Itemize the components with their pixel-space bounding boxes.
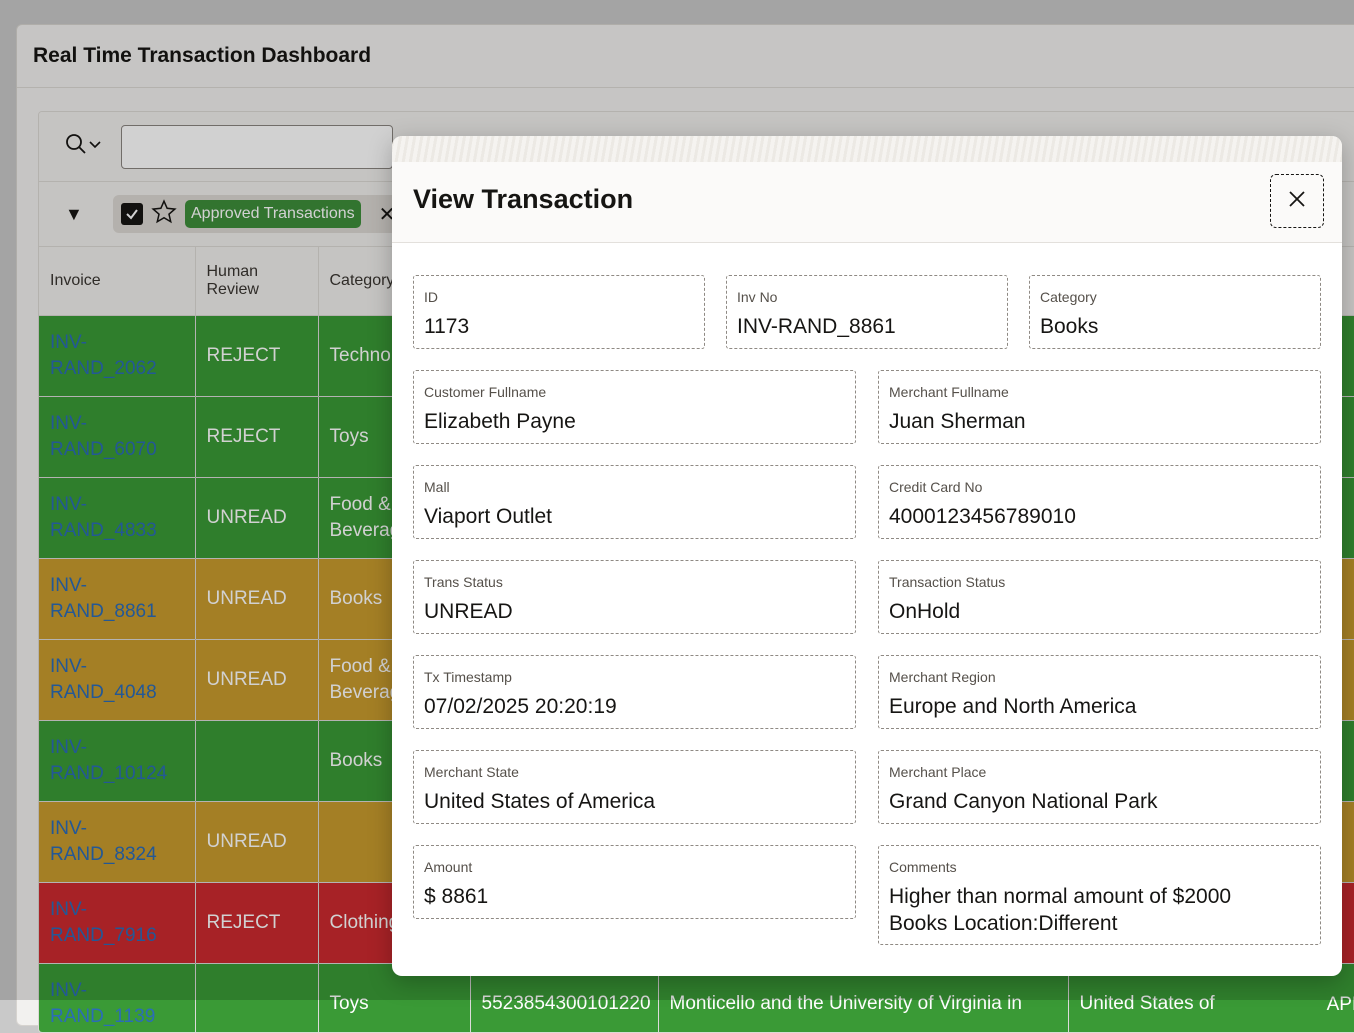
field-inv-no: Inv No INV-RAND_8861 xyxy=(726,275,1008,349)
field-merchant-state: Merchant State United States of America xyxy=(413,750,856,824)
field-label: Amount xyxy=(424,859,472,875)
field-merchant-fullname: Merchant Fullname Juan Sherman xyxy=(878,370,1321,444)
field-transaction-status: Transaction Status OnHold xyxy=(878,560,1321,634)
field-value: Juan Sherman xyxy=(889,408,1312,435)
field-comments: Comments Higher than normal amount of $2… xyxy=(878,845,1321,945)
field-label: Mall xyxy=(424,479,450,495)
field-label: Customer Fullname xyxy=(424,384,546,400)
field-value: Grand Canyon National Park xyxy=(889,788,1312,815)
field-merchant-region: Merchant Region Europe and North America xyxy=(878,655,1321,729)
field-mall: Mall Viaport Outlet xyxy=(413,465,856,539)
field-tx-timestamp: Tx Timestamp 07/02/2025 20:20:19 xyxy=(413,655,856,729)
view-transaction-dialog: View Transaction ID 1173 Inv No INV-RAND… xyxy=(392,136,1342,976)
field-label: Merchant Region xyxy=(889,669,996,685)
field-label: Trans Status xyxy=(424,574,503,590)
field-label: Merchant Place xyxy=(889,764,986,780)
field-label: Credit Card No xyxy=(889,479,982,495)
field-value: UNREAD xyxy=(424,598,847,625)
field-value: OnHold xyxy=(889,598,1312,625)
field-value: Viaport Outlet xyxy=(424,503,847,530)
comments-line-1: Higher than normal amount of $2000 xyxy=(889,885,1231,908)
field-trans-status: Trans Status UNREAD xyxy=(413,560,856,634)
field-value: 4000123456789010 xyxy=(889,503,1312,530)
field-value: 07/02/2025 20:20:19 xyxy=(424,693,847,720)
close-icon xyxy=(1286,188,1308,215)
field-value: Higher than normal amount of $2000 Books… xyxy=(889,883,1312,937)
field-value: Books xyxy=(1040,313,1312,340)
close-button[interactable] xyxy=(1270,174,1324,228)
field-label: Merchant State xyxy=(424,764,519,780)
field-label: Tx Timestamp xyxy=(424,669,512,685)
field-value: INV-RAND_8861 xyxy=(737,313,999,340)
field-label: Inv No xyxy=(737,289,777,305)
field-id: ID 1173 xyxy=(413,275,705,349)
dialog-title: View Transaction xyxy=(413,184,633,215)
field-category: Category Books xyxy=(1029,275,1321,349)
field-label: Category xyxy=(1040,289,1097,305)
field-value: 1173 xyxy=(424,313,696,340)
field-label: Comments xyxy=(889,859,957,875)
field-value: $ 8861 xyxy=(424,883,847,910)
field-credit-card-no: Credit Card No 4000123456789010 xyxy=(878,465,1321,539)
field-label: Transaction Status xyxy=(889,574,1005,590)
field-amount: Amount $ 8861 xyxy=(413,845,856,919)
dialog-texture xyxy=(392,136,1342,162)
field-customer-fullname: Customer Fullname Elizabeth Payne xyxy=(413,370,856,444)
dialog-header: View Transaction xyxy=(392,162,1342,243)
field-label: ID xyxy=(424,289,438,305)
field-value: Europe and North America xyxy=(889,693,1312,720)
field-label: Merchant Fullname xyxy=(889,384,1009,400)
field-value: United States of America xyxy=(424,788,847,815)
comments-line-2: Books Location:Different xyxy=(889,912,1117,935)
field-merchant-place: Merchant Place Grand Canyon National Par… xyxy=(878,750,1321,824)
field-value: Elizabeth Payne xyxy=(424,408,847,435)
